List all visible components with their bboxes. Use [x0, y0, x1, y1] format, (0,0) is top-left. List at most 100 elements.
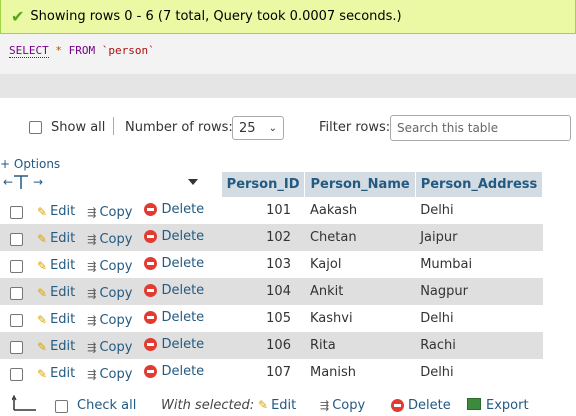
bulk-copy-label: Copy: [332, 398, 366, 413]
rows-per-page-select[interactable]: 25 ⌄: [232, 116, 284, 140]
success-message: Showing rows 0 - 6 (7 total, Query took …: [30, 9, 402, 24]
bulk-delete-button[interactable]: Delete: [391, 398, 451, 413]
row-checkbox[interactable]: [10, 286, 23, 300]
cell-person-id[interactable]: 107: [221, 359, 305, 386]
row-edit-label: Edit: [50, 339, 76, 354]
row-checkbox[interactable]: [10, 313, 23, 327]
row-delete-label: Delete: [161, 363, 205, 379]
copy-icon: ⇶: [87, 367, 97, 381]
row-copy-button[interactable]: ⇶ Copy: [87, 232, 132, 247]
sql-query-box: SELECT * FROM `person`: [0, 34, 576, 98]
row-checkbox[interactable]: [10, 259, 23, 273]
row-edit-button[interactable]: ✎ Edit: [37, 204, 75, 219]
cell-person-address[interactable]: Delhi: [415, 359, 543, 386]
cell-person-name[interactable]: Aakash: [304, 197, 416, 224]
row-edit-button[interactable]: ✎ Edit: [37, 366, 75, 381]
export-button[interactable]: Export: [467, 398, 529, 413]
success-message-bar: ✔ Showing rows 0 - 6 (7 total, Query too…: [0, 0, 576, 34]
column-header-person-id[interactable]: Person_ID: [221, 172, 306, 197]
cell-person-name[interactable]: Ankit: [304, 278, 416, 305]
row-delete-label: Delete: [161, 255, 205, 271]
pencil-icon: ✎: [37, 258, 48, 273]
show-all-checkbox[interactable]: [29, 121, 42, 134]
table-row[interactable]: ✎ Edit ⇶ Copy Delete 107 Manish Delhi: [0, 359, 543, 386]
cell-person-name[interactable]: Chetan: [304, 224, 416, 251]
cell-person-id[interactable]: 103: [221, 251, 305, 278]
copy-icon: ⇶: [87, 205, 97, 219]
row-copy-button[interactable]: ⇶ Copy: [87, 205, 132, 220]
cell-person-id[interactable]: 106: [221, 332, 305, 359]
cell-person-address[interactable]: Rachi: [415, 332, 543, 359]
cell-person-id[interactable]: 104: [221, 278, 305, 305]
corner-arrow-icon: [12, 394, 36, 411]
row-edit-button[interactable]: ✎ Edit: [37, 312, 75, 327]
cell-person-id[interactable]: 105: [221, 305, 305, 332]
cell-person-id[interactable]: 102: [221, 224, 305, 251]
copy-icon: ⇶: [87, 232, 97, 246]
cell-person-name[interactable]: Kajol: [304, 251, 416, 278]
cell-person-address[interactable]: Nagpur: [415, 278, 543, 305]
table-row[interactable]: ✎ Edit ⇶ Copy Delete 106 Rita Rachi: [0, 332, 543, 359]
cell-person-address[interactable]: Mumbai: [415, 251, 543, 278]
cell-person-id[interactable]: 101: [221, 197, 305, 224]
row-edit-button[interactable]: ✎ Edit: [37, 339, 75, 354]
row-copy-label: Copy: [99, 258, 133, 274]
row-checkbox[interactable]: [10, 232, 23, 246]
options-link[interactable]: + Options: [0, 157, 60, 171]
row-actions-cell: ✎ Edit ⇶ Copy Delete: [0, 332, 222, 359]
table-row[interactable]: ✎ Edit ⇶ Copy Delete 102 Chetan Jaipur: [0, 224, 543, 251]
table-row[interactable]: ✎ Edit ⇶ Copy Delete 103 Kajol Mumbai: [0, 251, 543, 278]
row-delete-button[interactable]: Delete: [144, 310, 204, 325]
sql-query[interactable]: SELECT * FROM `person`: [0, 34, 576, 74]
row-copy-button[interactable]: ⇶ Copy: [87, 313, 132, 328]
row-delete-label: Delete: [161, 309, 205, 325]
cell-person-address[interactable]: Delhi: [415, 197, 543, 224]
delete-icon: [144, 202, 158, 216]
row-delete-button[interactable]: Delete: [144, 364, 204, 379]
check-all-checkbox[interactable]: [55, 400, 68, 413]
filter-rows-input[interactable]: [390, 115, 571, 141]
row-actions-cell: ✎ Edit ⇶ Copy Delete: [0, 278, 222, 305]
table-row[interactable]: ✎ Edit ⇶ Copy Delete 104 Ankit Nagpur: [0, 278, 543, 305]
cell-person-name[interactable]: Kashvi: [304, 305, 416, 332]
row-copy-button[interactable]: ⇶ Copy: [87, 286, 132, 301]
export-label: Export: [486, 398, 529, 413]
row-delete-button[interactable]: Delete: [144, 229, 204, 244]
check-all-label[interactable]: Check all: [77, 398, 136, 413]
row-delete-button[interactable]: Delete: [144, 337, 204, 352]
row-edit-button[interactable]: ✎ Edit: [37, 285, 75, 300]
bulk-copy-button[interactable]: ⇶ Copy: [320, 398, 365, 413]
row-checkbox[interactable]: [10, 205, 23, 219]
pencil-icon: ✎: [37, 231, 48, 246]
row-copy-button[interactable]: ⇶ Copy: [87, 259, 132, 274]
delete-icon: [144, 337, 158, 351]
row-edit-button[interactable]: ✎ Edit: [37, 258, 75, 273]
column-arrows-header: ← →: [0, 172, 222, 197]
row-actions-cell: ✎ Edit ⇶ Copy Delete: [0, 305, 222, 332]
table-row[interactable]: ✎ Edit ⇶ Copy Delete 105 Kashvi Delhi: [0, 305, 543, 332]
cell-person-address[interactable]: Delhi: [415, 305, 543, 332]
row-delete-button[interactable]: Delete: [144, 283, 204, 298]
sql-select-keyword[interactable]: SELECT: [9, 44, 49, 58]
row-delete-button[interactable]: Delete: [144, 256, 204, 271]
results-table: ← → Person_ID Person_Name Person_Address…: [0, 172, 544, 386]
row-copy-label: Copy: [99, 339, 133, 355]
row-actions-cell: ✎ Edit ⇶ Copy Delete: [0, 197, 222, 224]
cell-person-name[interactable]: Manish: [304, 359, 416, 386]
row-edit-button[interactable]: ✎ Edit: [37, 231, 75, 246]
svg-text:←: ←: [3, 175, 13, 189]
column-header-person-name[interactable]: Person_Name: [304, 172, 416, 197]
copy-icon: ⇶: [87, 286, 97, 300]
row-delete-button[interactable]: Delete: [144, 202, 204, 217]
row-checkbox[interactable]: [10, 367, 23, 381]
column-header-person-address[interactable]: Person_Address: [415, 172, 544, 197]
row-checkbox[interactable]: [10, 340, 23, 354]
cell-person-name[interactable]: Rita: [304, 332, 416, 359]
row-copy-button[interactable]: ⇶ Copy: [87, 340, 132, 355]
row-copy-button[interactable]: ⇶ Copy: [87, 367, 132, 382]
cell-person-address[interactable]: Jaipur: [415, 224, 543, 251]
delete-icon: [144, 229, 158, 243]
table-row[interactable]: ✎ Edit ⇶ Copy Delete 101 Aakash Delhi: [0, 197, 543, 224]
bulk-edit-button[interactable]: ✎ Edit: [258, 398, 296, 413]
column-resize-icon[interactable]: ← →: [0, 172, 205, 193]
